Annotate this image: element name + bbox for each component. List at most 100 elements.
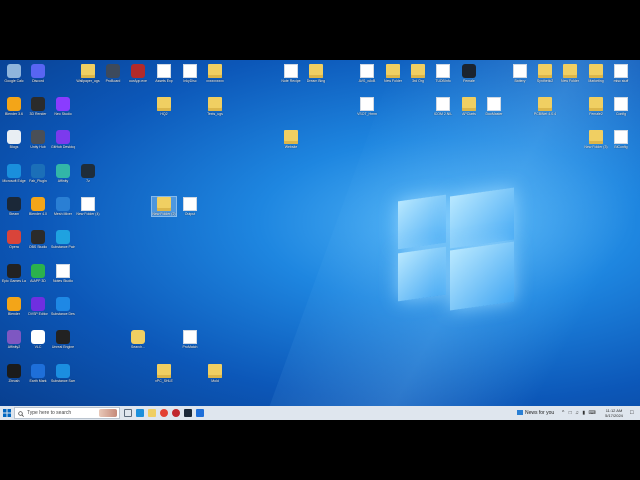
folder-icon	[589, 130, 603, 144]
desktop-icon[interactable]: DuoMaster	[482, 97, 506, 116]
desktop-icon[interactable]: xPC_SHLE	[152, 364, 176, 383]
desktop-icon[interactable]: New Folder (2)	[151, 196, 177, 217]
desktop-icon[interactable]: Website	[279, 130, 303, 149]
desktop-icon[interactable]: Blender 3.6	[2, 97, 26, 116]
desktop-icon[interactable]: Search...	[126, 330, 150, 349]
desktop-icon[interactable]: BlConfig	[609, 130, 633, 149]
app-icon	[7, 130, 21, 144]
network-icon[interactable]: □	[569, 410, 572, 416]
desktop-icon[interactable]: Substance Painter	[51, 230, 75, 249]
desktop-icon[interactable]: VLC	[26, 330, 50, 349]
desktop-icon[interactable]: Blogs	[2, 130, 26, 149]
desktop-icon[interactable]: New Folder (3)	[584, 130, 608, 149]
desktop-icon[interactable]: Zbrush	[2, 364, 26, 383]
desktop-icon[interactable]: Neo Studio	[51, 97, 75, 116]
desktop-icon[interactable]: Female2	[584, 97, 608, 116]
desktop-icon[interactable]: ourApp.exe	[126, 64, 150, 83]
file-icon	[284, 64, 298, 78]
steam-icon[interactable]	[184, 409, 192, 417]
desktop-icon[interactable]: 3D Render	[26, 97, 50, 116]
desktop-icon-label: Unity Hub	[30, 145, 46, 149]
desktop-icon[interactable]: ProBoard	[101, 64, 125, 83]
desktop-icon[interactable]: Battery	[508, 64, 532, 83]
keyboard-icon[interactable]: ⌨	[588, 410, 595, 416]
desktop-icon[interactable]: New Folder	[558, 64, 582, 83]
desktop-icon[interactable]: Dream Bing	[304, 64, 328, 83]
desktop-icon[interactable]: Microsoft Edge	[2, 164, 26, 183]
opera-icon[interactable]	[172, 409, 180, 417]
app-icon	[31, 197, 45, 211]
desktop-icon[interactable]: Affinity	[51, 164, 75, 183]
desktop-icon[interactable]: Epic Games Launcher	[2, 264, 26, 283]
desktop-icon-label: HQ2	[160, 112, 168, 116]
desktop-icon[interactable]: Substance Sampler	[51, 364, 75, 383]
desktop-icon-label: Fab_Plugin	[29, 179, 47, 183]
desktop-icon[interactable]: 3rd Org	[406, 64, 430, 83]
file-explorer-icon[interactable]	[148, 409, 156, 417]
desktop-icon[interactable]: PCBiNet 4.0.4	[533, 97, 557, 116]
desktop-icon[interactable]: Google Calc	[2, 64, 26, 83]
desktop-icon[interactable]: Unreal Engine	[51, 330, 75, 349]
start-button[interactable]	[3, 406, 12, 420]
desktop-icon[interactable]: DVSP Editor	[26, 297, 50, 316]
desktop-icon-label: Neo Studio	[54, 112, 72, 116]
desktop-icon[interactable]: Wallpaper_ugs	[76, 64, 100, 83]
desktop-icon[interactable]: Marketing	[584, 64, 608, 83]
desktop-icon[interactable]: Discord	[26, 64, 50, 83]
news-widget[interactable]: News for you	[517, 406, 557, 420]
desktop-icon[interactable]: Mold	[203, 364, 227, 383]
volume-icon[interactable]: ♫	[575, 410, 579, 416]
task-view-icon[interactable]	[124, 409, 132, 417]
desktop-icon[interactable]: Blender 4.0	[26, 197, 50, 216]
chrome-icon[interactable]	[160, 409, 168, 417]
app-icon[interactable]	[196, 409, 204, 417]
desktop-icon[interactable]: TUDBInfo	[431, 64, 455, 83]
desktop-icon[interactable]: Texts_ugs	[203, 97, 227, 116]
desktop-icon[interactable]: New Folder	[381, 64, 405, 83]
desktop-icon[interactable]: AIAPP 3D	[26, 264, 50, 283]
app-icon	[7, 297, 21, 311]
desktop-icon[interactable]: New Folder (4)	[76, 197, 100, 216]
desktop-icon[interactable]: Substance Designer	[51, 297, 75, 316]
desktop-icon[interactable]: Assets Exp	[152, 64, 176, 83]
clock[interactable]: 11:12 AM 5/17/2024	[600, 406, 628, 422]
desktop-icon[interactable]: APClarts	[457, 97, 481, 116]
desktop-icon-label: Synthetic2	[536, 79, 554, 83]
desktop-icon-label: Blender	[7, 312, 21, 316]
desktop-icon[interactable]: Synthetic2	[533, 64, 557, 83]
app-icon	[7, 97, 21, 111]
desktop-icon[interactable]: AVS_xAvB	[355, 64, 379, 83]
desktop-icon[interactable]: Steam	[2, 197, 26, 216]
desktop-icon[interactable]: Affinity2	[2, 330, 26, 349]
notifications-icon[interactable]: □	[630, 406, 638, 420]
desktop-icon[interactable]: Note Recipe	[279, 64, 303, 83]
desktop-icon[interactable]: HQ2	[152, 97, 176, 116]
desktop-icon[interactable]: OBS Studio	[26, 230, 50, 249]
desktop-icon[interactable]: InkyDisc	[178, 64, 202, 83]
desktop-icon[interactable]: Blender	[2, 297, 26, 316]
desktop-icon[interactable]: Earth Mark	[26, 364, 50, 383]
desktop-icon[interactable]: GitHub Desktop	[51, 130, 75, 149]
desktop-icon-label: misc stuff	[613, 79, 629, 83]
desktop-icon[interactable]: Config	[609, 97, 633, 116]
desktop-icon[interactable]: xxxxxxxxxx	[203, 64, 227, 83]
desktop-icon[interactable]: ICOM 2.NIL	[431, 97, 455, 116]
desktop-icon[interactable]: VSOT_Hmm	[355, 97, 379, 116]
desktop[interactable]: Google Calc Discord Wallpaper_ugs ProBoard o…	[0, 60, 640, 420]
desktop-icon[interactable]: Output	[178, 197, 202, 216]
desktop-icon[interactable]: Notes Studio	[51, 264, 75, 283]
desktop-icon[interactable]: 7z	[76, 164, 100, 183]
desktop-icon[interactable]: Fab_Plugin	[26, 164, 50, 183]
desktop-icon[interactable]: misc stuff	[609, 64, 633, 83]
chevron-up-icon[interactable]: ^	[562, 410, 564, 416]
desktop-icon[interactable]: Unity Hub	[26, 130, 50, 149]
desktop-icon-label: DuoMaster	[485, 112, 503, 116]
edge-icon[interactable]	[136, 409, 144, 417]
desktop-icon[interactable]: ProMatch	[178, 330, 202, 349]
taskbar-search-box[interactable]: Type here to search	[14, 407, 120, 419]
desktop-icon[interactable]: Opera	[2, 230, 26, 249]
app-icon	[31, 264, 45, 278]
desktop-icon[interactable]: Female	[457, 64, 481, 83]
battery-icon[interactable]: ▮	[582, 410, 585, 416]
desktop-icon[interactable]: Mesh Mixer	[51, 197, 75, 216]
